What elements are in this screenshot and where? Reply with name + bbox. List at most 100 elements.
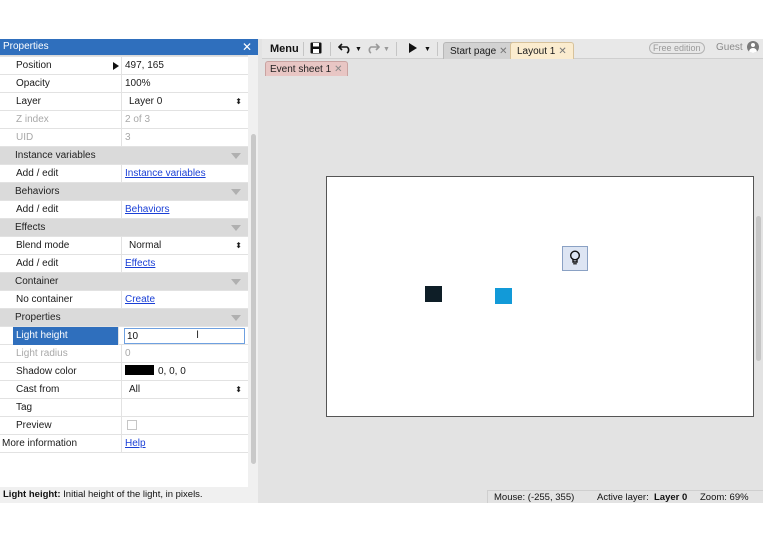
layout-area[interactable] — [326, 176, 754, 417]
main-toolbar: Menu ▼ ▼ ▼ Start page ✕ Layout 1 ✕ Free ed… — [262, 39, 763, 59]
light-height-input[interactable] — [124, 328, 245, 344]
prop-row-shadow-color[interactable]: Shadow color 0, 0, 0 — [0, 363, 248, 381]
prop-label: Shadow color — [16, 363, 122, 381]
preview-checkbox[interactable] — [127, 420, 137, 431]
mouse-coordinates: Mouse: (-255, 355) — [494, 492, 575, 503]
collapse-triangle-icon[interactable] — [231, 153, 241, 159]
effects-link[interactable]: Effects — [125, 255, 244, 273]
user-icon[interactable] — [747, 41, 759, 53]
prop-row-position[interactable]: Position 497, 165 — [0, 57, 248, 75]
instance-variables-link[interactable]: Instance variables — [125, 165, 244, 183]
prop-value[interactable]: 497, 165 — [125, 57, 244, 75]
preview-checkbox-cell[interactable] — [125, 417, 244, 435]
user-name[interactable]: Guest — [716, 42, 743, 54]
toolbar-divider — [303, 42, 304, 56]
layout-scrollbar[interactable] — [756, 216, 761, 361]
dropdown-icon[interactable]: ▼ — [424, 42, 431, 57]
tab-label: Start page — [450, 46, 497, 57]
prop-label: Tag — [16, 399, 122, 417]
dropdown-icon[interactable]: ▼ — [383, 42, 390, 57]
prop-row-more-info[interactable]: More information Help — [0, 435, 248, 453]
help-link[interactable]: Help — [125, 435, 244, 453]
blue-square-sprite[interactable] — [495, 288, 512, 304]
prop-label: Z index — [16, 111, 122, 129]
light-object[interactable] — [562, 246, 588, 271]
color-swatch[interactable] — [125, 365, 154, 376]
save-icon[interactable] — [310, 42, 322, 57]
cast-from-value: All — [129, 384, 141, 395]
redo-icon[interactable] — [366, 42, 381, 57]
prop-value[interactable]: 100% — [125, 75, 244, 93]
prop-row-opacity[interactable]: Opacity 100% — [0, 75, 248, 93]
create-container-link[interactable]: Create — [125, 291, 244, 309]
prop-row-tag[interactable]: Tag — [0, 399, 248, 417]
prop-label: Blend mode — [16, 237, 122, 255]
prop-row-instance-variables[interactable]: Add / edit Instance variables — [0, 165, 248, 183]
dropdown-icon[interactable]: ▼ — [355, 42, 362, 57]
sub-tab-bar: Event sheet 1 ✕ — [262, 59, 763, 76]
category-label: Effects — [15, 222, 46, 233]
tab-event-sheet-1[interactable]: Event sheet 1 ✕ — [265, 61, 348, 76]
category-effects[interactable]: Effects — [0, 219, 248, 237]
text-cursor-icon: I — [196, 329, 200, 341]
dropdown-icon: ⬍ — [235, 241, 242, 250]
close-icon[interactable]: ✕ — [499, 46, 507, 57]
collapse-triangle-icon[interactable] — [231, 315, 241, 321]
layer-select[interactable]: Layer 0 ⬍ — [129, 93, 244, 111]
collapse-triangle-icon[interactable] — [231, 189, 241, 195]
zoom-level: Zoom: 69% — [700, 492, 749, 503]
category-instance-variables[interactable]: Instance variables — [0, 147, 248, 165]
tab-start-page[interactable]: Start page ✕ — [443, 42, 515, 59]
app-window: Properties ✕ Position 497, 165 Opacity 1… — [0, 39, 763, 503]
expand-arrow-icon[interactable] — [113, 62, 119, 70]
prop-label: Preview — [16, 417, 122, 435]
prop-label: No container — [16, 291, 122, 309]
shadow-color-picker[interactable]: 0, 0, 0 — [125, 363, 244, 381]
prop-row-preview[interactable]: Preview — [0, 417, 248, 435]
toolbar-divider — [396, 42, 397, 56]
prop-row-uid: UID 3 — [0, 129, 248, 147]
active-layer-value: Layer 0 — [654, 492, 688, 503]
prop-row-blend-mode[interactable]: Blend mode Normal ⬍ — [0, 237, 248, 255]
prop-row-container[interactable]: No container Create — [0, 291, 248, 309]
tag-input[interactable] — [125, 399, 244, 417]
prop-label: Light height — [13, 327, 119, 345]
behaviors-link[interactable]: Behaviors — [125, 201, 244, 219]
menu-button[interactable]: Menu — [267, 42, 302, 57]
free-edition-badge[interactable]: Free edition — [649, 42, 705, 54]
prop-label: Layer — [16, 93, 122, 111]
prop-row-light-height[interactable]: Light height I — [0, 327, 248, 345]
layout-view[interactable] — [262, 76, 763, 487]
properties-title: Properties — [3, 41, 49, 52]
category-container[interactable]: Container — [0, 273, 248, 291]
dark-square-sprite[interactable] — [425, 286, 442, 302]
close-icon[interactable]: ✕ — [334, 64, 342, 75]
undo-icon[interactable] — [337, 42, 352, 57]
prop-row-layer[interactable]: Layer Layer 0 ⬍ — [0, 93, 248, 111]
blend-mode-select[interactable]: Normal ⬍ — [129, 237, 244, 255]
active-layer-label: Active layer: — [597, 492, 649, 503]
layer-select-value: Layer 0 — [129, 96, 163, 107]
cast-from-select[interactable]: All ⬍ — [129, 381, 244, 399]
properties-scroll-thumb[interactable] — [251, 134, 256, 464]
category-label: Instance variables — [15, 150, 96, 161]
prop-row-z-index: Z index 2 of 3 — [0, 111, 248, 129]
category-behaviors[interactable]: Behaviors — [0, 183, 248, 201]
status-bar: Mouse: (-255, 355) Active layer: Layer 0… — [487, 490, 763, 503]
collapse-triangle-icon[interactable] — [231, 225, 241, 231]
prop-row-effects[interactable]: Add / edit Effects — [0, 255, 248, 273]
close-icon[interactable]: ✕ — [558, 46, 566, 57]
collapse-triangle-icon[interactable] — [231, 279, 241, 285]
tab-label: Event sheet 1 — [270, 64, 332, 75]
prop-label: Opacity — [16, 75, 122, 93]
category-properties[interactable]: Properties — [0, 309, 248, 327]
prop-value: 0 — [125, 348, 131, 359]
close-icon[interactable]: ✕ — [242, 39, 252, 55]
prop-row-cast-from[interactable]: Cast from All ⬍ — [0, 381, 248, 399]
prop-row-behaviors[interactable]: Add / edit Behaviors — [0, 201, 248, 219]
description-term: Light height: — [3, 489, 61, 500]
properties-panel: Properties ✕ Position 497, 165 Opacity 1… — [0, 39, 258, 503]
tab-layout-1[interactable]: Layout 1 ✕ — [510, 42, 574, 59]
dropdown-icon: ⬍ — [235, 97, 242, 106]
play-icon[interactable] — [408, 42, 418, 57]
